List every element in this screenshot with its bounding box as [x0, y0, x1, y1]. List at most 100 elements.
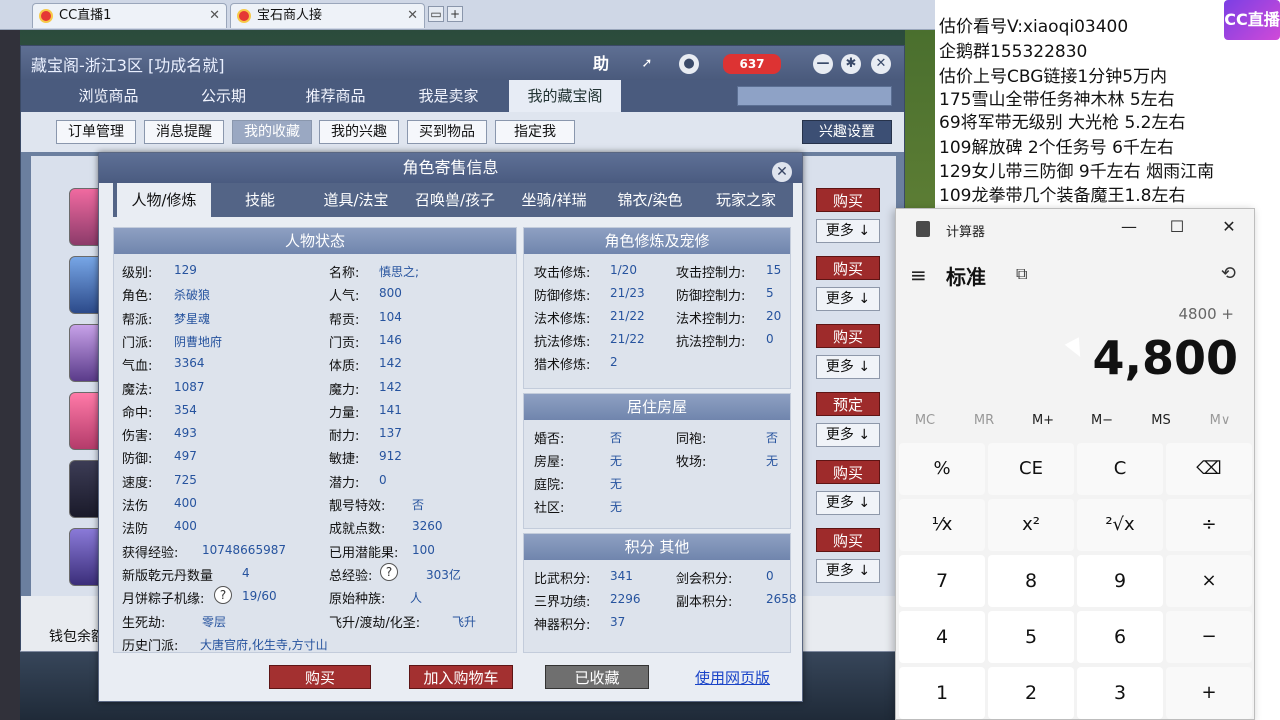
tab-mounts[interactable]: 坐骑/祥瑞 — [507, 183, 601, 217]
clear-entry-button[interactable]: CE — [988, 443, 1074, 495]
row-label: 同袍: — [676, 432, 707, 447]
digit-5-button[interactable]: 5 — [988, 611, 1074, 663]
clear-button[interactable]: C — [1077, 443, 1163, 495]
divide-button[interactable]: ÷ — [1166, 499, 1252, 551]
tab-my-shop[interactable]: 我的藏宝阁 — [509, 80, 621, 112]
backspace-button[interactable]: ⌫ — [1166, 443, 1252, 495]
square-root-button[interactable]: ²√x — [1077, 499, 1163, 551]
digit-4-button[interactable]: 4 — [899, 611, 985, 663]
use-web-version-link[interactable]: 使用网页版 — [695, 667, 770, 688]
stat-value: 497 — [174, 449, 197, 464]
percent-button[interactable]: % — [899, 443, 985, 495]
stat-label: 原始种族: — [329, 592, 386, 608]
tab-character[interactable]: 人物/修炼 — [117, 183, 211, 217]
tab-cc-live[interactable]: CC直播1 ✕ — [32, 3, 227, 28]
keep-on-top-icon[interactable]: ⧉ — [1016, 264, 1027, 284]
tab-recommended[interactable]: 推荐商品 — [283, 80, 388, 112]
digit-1-button[interactable]: 1 — [899, 667, 985, 719]
buy-button[interactable]: 购买 — [816, 256, 880, 280]
tab-seller[interactable]: 我是卖家 — [396, 80, 501, 112]
cart-count-badge[interactable]: 637 — [723, 54, 781, 74]
more-button[interactable]: 更多 ↓ — [816, 219, 880, 243]
cc-favicon-icon — [39, 9, 53, 23]
stat-label: 伤害: — [122, 429, 153, 445]
interests-button[interactable]: 我的兴趣 — [319, 120, 399, 144]
memory-clear-button[interactable]: MC — [896, 413, 954, 428]
buy-button[interactable]: 购买 — [816, 188, 880, 212]
history-icon[interactable]: ⟲ — [1221, 263, 1236, 284]
digit-8-button[interactable]: 8 — [988, 555, 1074, 607]
menu-icon[interactable]: ≡ — [910, 263, 927, 287]
reserve-button[interactable]: 预定 — [816, 392, 880, 416]
share-icon[interactable]: ➚ — [637, 54, 657, 74]
subtract-button[interactable]: − — [1166, 611, 1252, 663]
restore-icon[interactable]: ▭ — [428, 6, 444, 22]
close-icon[interactable]: ✕ — [209, 4, 220, 27]
memory-add-button[interactable]: M+ — [1014, 413, 1072, 428]
tab-skills[interactable]: 技能 — [213, 183, 307, 217]
memory-recall-button[interactable]: MR — [955, 413, 1013, 428]
tab-summons[interactable]: 召唤兽/孩子 — [405, 183, 505, 217]
add-button[interactable]: + — [1166, 667, 1252, 719]
digit-6-button[interactable]: 6 — [1077, 611, 1163, 663]
minimize-button[interactable]: — — [1114, 217, 1144, 236]
stat-value: 146 — [379, 332, 402, 347]
buy-button[interactable]: 购买 — [816, 324, 880, 348]
maximize-button[interactable]: ☐ — [1162, 217, 1192, 236]
digit-3-button[interactable]: 3 — [1077, 667, 1163, 719]
multiply-button[interactable]: × — [1166, 555, 1252, 607]
digit-7-button[interactable]: 7 — [899, 555, 985, 607]
messages-button[interactable]: 消息提醒 — [144, 120, 224, 144]
stat-value: 303亿 — [426, 567, 461, 582]
interest-settings-button[interactable]: 兴趣设置 — [802, 120, 892, 144]
row-label: 婚否: — [534, 432, 565, 447]
stop-icon[interactable]: ● — [679, 54, 699, 74]
more-button[interactable]: 更多 ↓ — [816, 355, 880, 379]
more-button[interactable]: 更多 ↓ — [816, 491, 880, 515]
stat-label: 敏捷: — [329, 452, 360, 468]
orders-button[interactable]: 订单管理 — [56, 120, 136, 144]
help-button[interactable]: 助 — [591, 54, 611, 74]
row-value: 否 — [766, 431, 779, 445]
digit-9-button[interactable]: 9 — [1077, 555, 1163, 607]
buy-button[interactable]: 购买 — [816, 460, 880, 484]
more-button[interactable]: 更多 ↓ — [816, 287, 880, 311]
square-button[interactable]: x² — [988, 499, 1074, 551]
memory-store-button[interactable]: MS — [1132, 413, 1190, 428]
memory-list-button[interactable]: M∨ — [1191, 413, 1249, 428]
tab-announcement[interactable]: 公示期 — [171, 80, 276, 112]
close-icon[interactable]: ✕ — [407, 4, 418, 27]
row-label: 庭院: — [534, 478, 565, 493]
stat-value: 354 — [174, 402, 197, 417]
favorited-button[interactable]: 已收藏 — [545, 665, 649, 689]
add-to-cart-button[interactable]: 加入购物车 — [409, 665, 513, 689]
search-input[interactable] — [737, 86, 892, 106]
row-value: 20 — [766, 309, 782, 323]
new-tab-icon[interactable]: + — [447, 6, 463, 22]
help-icon[interactable]: ? — [214, 586, 232, 605]
buy-button[interactable]: 购买 — [269, 665, 371, 689]
digit-2-button[interactable]: 2 — [988, 667, 1074, 719]
assigned-me-button[interactable]: 指定我 — [495, 120, 575, 144]
close-icon[interactable]: ✕ — [772, 162, 792, 182]
tab-gem-merchant[interactable]: 宝石商人接 ✕ — [230, 3, 425, 28]
favorites-button[interactable]: 我的收藏 — [232, 120, 312, 144]
stat-label: 速度: — [122, 475, 153, 491]
tab-costumes[interactable]: 锦衣/染色 — [603, 183, 697, 217]
close-icon[interactable]: ✕ — [871, 54, 891, 74]
help-icon[interactable]: ? — [380, 562, 398, 581]
purchased-button[interactable]: 买到物品 — [407, 120, 487, 144]
minimize-icon[interactable]: — — [813, 54, 833, 74]
gear-icon[interactable]: ✱ — [841, 54, 861, 74]
tab-browse[interactable]: 浏览商品 — [56, 80, 161, 112]
tab-player-home[interactable]: 玩家之家 — [699, 183, 793, 217]
tab-label: CC直播1 — [59, 8, 112, 23]
buy-button[interactable]: 购买 — [816, 528, 880, 552]
more-button[interactable]: 更多 ↓ — [816, 559, 880, 583]
reciprocal-button[interactable]: ¹⁄x — [899, 499, 985, 551]
memory-subtract-button[interactable]: M− — [1073, 413, 1131, 428]
close-button[interactable]: ✕ — [1214, 217, 1244, 236]
tab-items[interactable]: 道具/法宝 — [309, 183, 403, 217]
character-status-panel: 人物状态 级别: 129 角色: 杀破狼 帮派: 梦星魂 门派: 阴曹地府 气血: 3364 魔法:… — [113, 227, 517, 654]
more-button[interactable]: 更多 ↓ — [816, 423, 880, 447]
